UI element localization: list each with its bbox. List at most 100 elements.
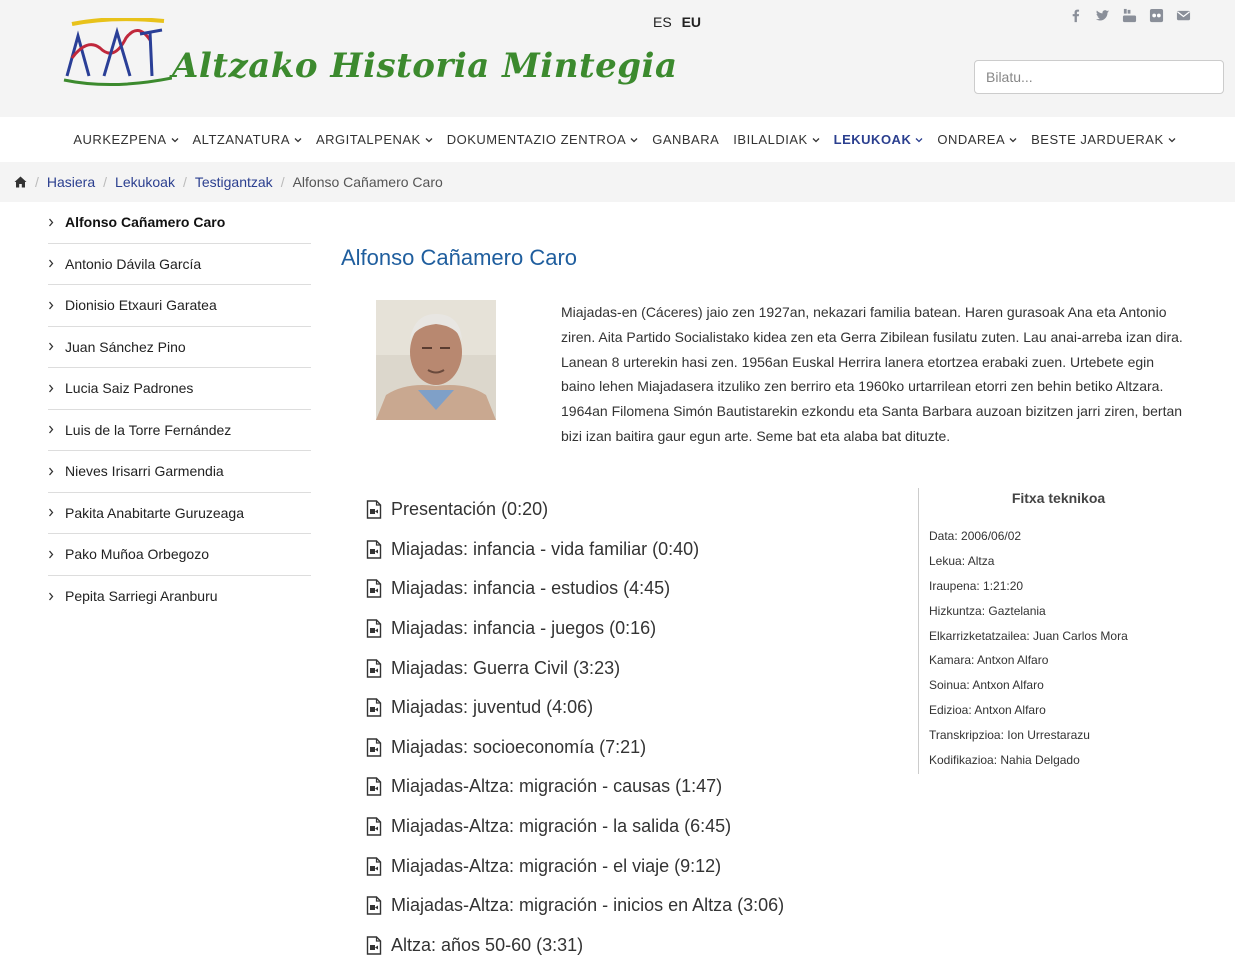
chevron-right-icon xyxy=(49,301,54,310)
nav-item-ondarea[interactable]: ONDAREA xyxy=(937,132,1017,147)
breadcrumb-testigantzak[interactable]: Testigantzak xyxy=(195,174,273,190)
sidebar-item[interactable]: Luis de la Torre Fernández xyxy=(48,410,311,451)
video-title: Miajadas-Altza: migración - el viaje (9:… xyxy=(391,855,722,876)
sidebar-item-label: Pakita Anabitarte Guruzeaga xyxy=(65,504,245,521)
video-item[interactable]: Miajadas: socioeconomía (7:21) xyxy=(366,728,906,768)
page-title: Alfonso Cañamero Caro xyxy=(341,245,578,270)
main-navigation: AURKEZPENA ALTZANATURA ARGITALPENAK DOKUMEN… xyxy=(0,117,1235,162)
video-item[interactable]: Miajadas-Altza: migración - inicios en A… xyxy=(366,886,906,926)
lang-es[interactable]: ES xyxy=(653,14,672,30)
chevron-right-icon xyxy=(49,425,54,434)
sidebar-item-label: Alfonso Cañamero Caro xyxy=(65,214,226,231)
video-item[interactable]: Miajadas: infancia - juegos (0:16) xyxy=(366,609,906,649)
nav-item-ganbara[interactable]: GANBARA xyxy=(652,132,719,147)
sidebar-item[interactable]: Nieves Irisarri Garmendia xyxy=(48,451,311,493)
video-item[interactable]: Presentación (0:20) xyxy=(366,490,906,530)
sidebar-item[interactable]: Alfonso Cañamero Caro xyxy=(48,202,311,244)
nav-item-label: DOKUMENTAZIO ZENTROA xyxy=(446,132,627,147)
lang-eu[interactable]: EU xyxy=(682,14,701,30)
sidebar-item[interactable]: Pakita Anabitarte Guruzeaga xyxy=(48,493,311,534)
nav-item-aurkezpena[interactable]: AURKEZPENA xyxy=(73,132,178,147)
video-title: Miajadas: socioeconomía (7:21) xyxy=(391,736,647,757)
sidebar-item-label: Antonio Dávila García xyxy=(65,255,202,272)
logo-mark-icon xyxy=(63,18,172,87)
breadcrumb-separator: / xyxy=(280,174,285,190)
video-item[interactable]: Miajadas: infancia - estudios (4:45) xyxy=(366,569,906,609)
video-file-icon xyxy=(366,579,382,599)
nav-item-argitalpenak[interactable]: ARGITALPENAK xyxy=(316,132,433,147)
nav-item-ibilaldiak[interactable]: IBILALDIAK xyxy=(733,132,820,147)
breadcrumb-lekukoak[interactable]: Lekukoak xyxy=(115,174,175,190)
chevron-down-icon xyxy=(171,137,178,142)
sidebar-item[interactable]: Juan Sánchez Pino xyxy=(48,327,311,368)
breadcrumb-separator: / xyxy=(35,174,39,190)
flickr-icon[interactable] xyxy=(1149,8,1164,23)
nav-item-label: IBILALDIAK xyxy=(733,132,808,147)
chevron-down-icon xyxy=(812,137,820,142)
breadcrumb: / Hasiera / Lekukoak / Testigantzak / Al… xyxy=(0,162,1235,202)
sidebar-item-label: Luis de la Torre Fernández xyxy=(65,421,232,438)
sidebar-item-label: Lucia Saiz Padrones xyxy=(65,380,194,397)
youtube-icon[interactable] xyxy=(1122,8,1137,23)
email-icon[interactable] xyxy=(1176,8,1191,23)
chevron-right-icon xyxy=(49,259,54,268)
video-file-icon xyxy=(366,658,382,678)
nav-item-altzanatura[interactable]: ALTZANATURA xyxy=(193,132,302,147)
sidebar-item[interactable]: Antonio Dávila García xyxy=(48,244,311,285)
video-file-icon xyxy=(366,500,382,519)
chevron-right-icon xyxy=(49,592,54,601)
video-item[interactable]: Miajadas: Guerra Civil (3:23) xyxy=(366,648,906,688)
video-file-icon xyxy=(366,698,382,717)
nav-item-label: ONDAREA xyxy=(937,132,1006,147)
sidebar-item[interactable]: Pepita Sarriegi Aranburu xyxy=(48,576,311,618)
home-icon[interactable] xyxy=(14,176,27,188)
search-input[interactable] xyxy=(974,60,1224,94)
video-title: Miajadas-Altza: migración - la salida (6… xyxy=(391,816,732,837)
video-title: Miajadas-Altza: migración - causas (1:47… xyxy=(391,776,723,797)
portrait-image xyxy=(376,300,496,420)
technical-sheet-row: Soinua: Antxon Alfaro xyxy=(929,678,1044,693)
video-file-icon xyxy=(366,856,382,876)
nav-item-dokumentazio-zentroa[interactable]: DOKUMENTAZIO ZENTROA xyxy=(447,132,638,147)
sidebar-item-label: Pepita Sarriegi Aranburu xyxy=(65,588,218,605)
nav-item-beste-jarduerak[interactable]: BESTE JARDUERAK xyxy=(1031,132,1176,147)
video-item[interactable]: Miajadas-Altza: migración - causas (1:47… xyxy=(366,767,906,807)
chevron-right-icon xyxy=(49,508,54,517)
witness-biography: Miajadas-en (Cáceres) jaio zen 1927an, n… xyxy=(561,304,1183,444)
video-file-icon xyxy=(366,619,382,638)
nav-item-label: LEKUKOAK xyxy=(833,132,912,147)
breadcrumb-hasiera[interactable]: Hasiera xyxy=(47,174,95,190)
technical-sheet-title: Fitxa teknikoa xyxy=(1011,490,1106,506)
technical-sheet-row: Lekua: Altza xyxy=(929,553,995,568)
twitter-icon[interactable] xyxy=(1095,8,1110,23)
video-file-icon xyxy=(366,896,382,915)
video-file-icon xyxy=(366,817,382,836)
sidebar-item[interactable]: Pako Muñoa Orbegozo xyxy=(48,534,311,576)
chevron-right-icon xyxy=(49,384,54,393)
nav-item-lekukoak[interactable]: LEKUKOAK xyxy=(834,132,924,147)
video-file-icon xyxy=(366,738,382,757)
video-file-icon xyxy=(366,936,382,955)
chevron-right-icon xyxy=(49,342,54,351)
video-title: Miajadas: infancia - estudios (4:45) xyxy=(391,578,671,599)
nav-item-label: ARGITALPENAK xyxy=(316,132,421,147)
video-item[interactable]: Miajadas: juventud (4:06) xyxy=(366,688,906,728)
technical-sheet-row: Transkripzioa: Ion Urrestarazu xyxy=(929,728,1090,743)
sidebar-item[interactable]: Lucia Saiz Padrones xyxy=(48,368,311,410)
technical-sheet-row: Data: 2006/06/02 xyxy=(929,529,1022,543)
chevron-down-icon xyxy=(630,137,638,142)
video-item[interactable]: Miajadas: infancia - vida familiar (0:40… xyxy=(366,530,906,570)
video-item[interactable]: Altza: años 50-60 (3:31) xyxy=(366,926,906,960)
nav-item-label: BESTE JARDUERAK xyxy=(1031,132,1164,147)
facebook-icon[interactable] xyxy=(1068,8,1083,23)
sidebar-item-label: Pako Muñoa Orbegozo xyxy=(65,546,209,563)
site-logo[interactable]: Altzako Historia Mintegia xyxy=(62,18,677,100)
chevron-down-icon xyxy=(425,137,433,142)
chevron-down-icon xyxy=(915,137,923,142)
technical-sheet-row: Iraupena: 1:21:20 xyxy=(929,578,1024,593)
video-item[interactable]: Miajadas-Altza: migración - el viaje (9:… xyxy=(366,846,906,886)
sidebar-item[interactable]: Dionisio Etxauri Garatea xyxy=(48,285,311,327)
nav-item-label: GANBARA xyxy=(652,132,720,147)
video-title: Miajadas: infancia - juegos (0:16) xyxy=(391,618,657,639)
video-item[interactable]: Miajadas-Altza: migración - la salida (6… xyxy=(366,807,906,847)
